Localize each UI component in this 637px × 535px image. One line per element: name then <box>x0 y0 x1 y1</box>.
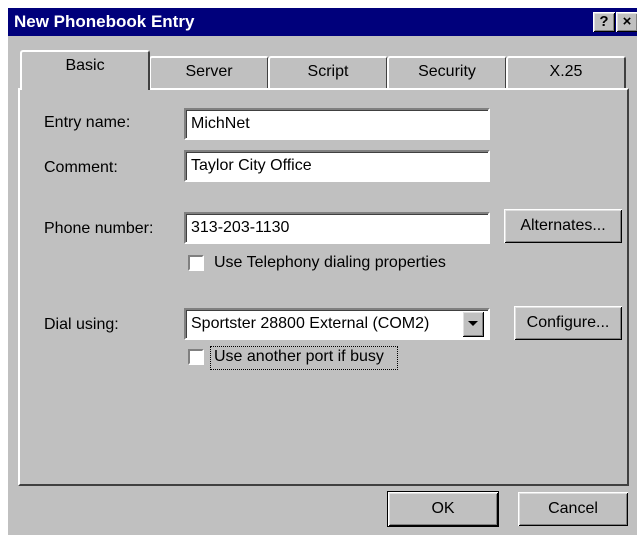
use-telephony-label[interactable]: Use Telephony dialing properties <box>214 254 446 272</box>
tab-x25[interactable]: X.25 <box>506 56 626 88</box>
comment-label: Comment: <box>44 159 118 176</box>
dial-using-select[interactable]: Sportster 28800 External (COM2) <box>184 308 490 340</box>
help-icon[interactable]: ? <box>593 12 615 32</box>
dial-using-label: Dial using: <box>44 316 119 333</box>
comment-input[interactable]: Taylor City Office <box>184 150 490 182</box>
use-another-port-label[interactable]: Use another port if busy <box>214 348 384 366</box>
dialog-window: New Phonebook Entry ? × Basic Server Scr… <box>8 8 637 535</box>
use-telephony-checkbox[interactable] <box>188 255 204 271</box>
title-bar: New Phonebook Entry ? × <box>8 8 637 36</box>
tab-server-label: Server <box>185 63 233 80</box>
tab-script-label: Script <box>307 63 349 80</box>
tab-server[interactable]: Server <box>149 56 269 88</box>
close-icon[interactable]: × <box>616 12 637 32</box>
dropdown-arrow-icon[interactable] <box>462 311 484 337</box>
tab-basic[interactable]: Basic <box>20 50 150 90</box>
tab-security-label: Security <box>418 63 476 80</box>
cancel-button[interactable]: Cancel <box>518 492 628 526</box>
window-title: New Phonebook Entry <box>14 12 195 31</box>
entry-name-label: Entry name: <box>44 114 131 131</box>
phone-number-label: Phone number: <box>44 220 154 237</box>
tab-basic-label: Basic <box>65 57 105 74</box>
phone-number-input[interactable]: 313-203-1130 <box>184 212 490 244</box>
tab-security[interactable]: Security <box>387 56 507 88</box>
entry-name-input[interactable]: MichNet <box>184 108 490 140</box>
alternates-button[interactable]: Alternates... <box>504 209 622 243</box>
tab-script[interactable]: Script <box>268 56 388 88</box>
use-another-port-checkbox[interactable] <box>188 349 204 365</box>
ok-button[interactable]: OK <box>388 492 498 526</box>
tab-x25-label: X.25 <box>549 63 583 80</box>
configure-button[interactable]: Configure... <box>514 306 622 340</box>
tab-panel-basic <box>18 88 629 486</box>
